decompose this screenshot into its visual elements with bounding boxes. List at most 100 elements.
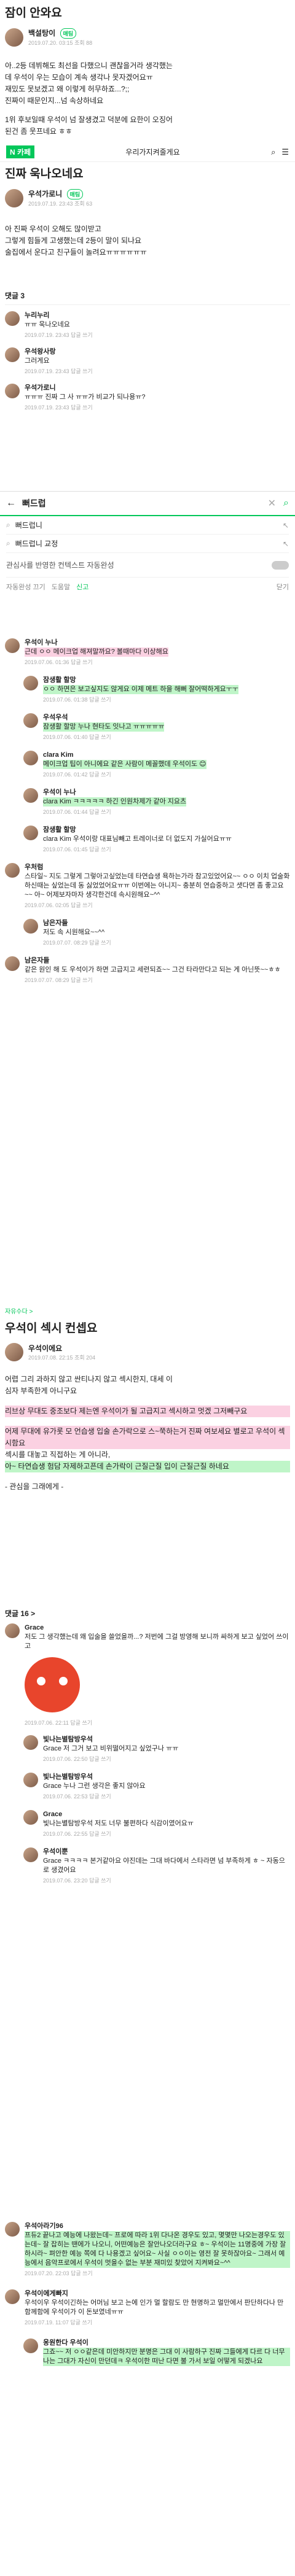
- comment-avatar[interactable]: [23, 826, 38, 840]
- search-icon[interactable]: ⌕: [283, 498, 289, 509]
- comment-author[interactable]: Grace: [43, 1810, 194, 1819]
- comment-meta[interactable]: 2019.07.06. 02:05 답글 쓰기: [25, 901, 290, 910]
- search-icon: ⌕: [6, 520, 10, 529]
- comment-avatar[interactable]: [5, 2222, 20, 2237]
- context-toggle[interactable]: [272, 560, 289, 570]
- comment: 우석아라기96 프듀2 끝나고 예능에 나왔는데~ 프로에 따라 1위 다나온 …: [5, 2222, 290, 2278]
- cafe-name[interactable]: 우리가지켜줄게요: [34, 147, 271, 157]
- comment-meta[interactable]: 2019.07.06. 22:53 답글 쓰기: [43, 1792, 146, 1801]
- comment-author[interactable]: 우석우석: [43, 713, 164, 722]
- arrow-upleft-icon[interactable]: ↖: [283, 540, 289, 548]
- comment-author[interactable]: 잠생활 할망: [43, 676, 238, 685]
- author-avatar[interactable]: [5, 28, 23, 47]
- comment-text: ㅠㅠ 욱나오네요: [25, 321, 70, 329]
- comment-avatar[interactable]: [23, 788, 38, 803]
- comment-meta[interactable]: 2019.07.06. 01:36 답글 쓰기: [25, 658, 168, 667]
- comment-avatar[interactable]: [23, 1735, 38, 1750]
- comment-meta[interactable]: 2019.07.06. 01:40 답글 쓰기: [43, 733, 164, 742]
- comment-author[interactable]: 웅원한다 우석이: [43, 2338, 290, 2348]
- comment: 우처럼 스타일~ 지도 그렇게 그렇아고싶었는데 타연습생 욕하는가라 참고있었…: [5, 863, 290, 910]
- report-link[interactable]: 신고: [76, 582, 88, 592]
- comment-text: 저도 그 생각했는데 왜 입술을 쓸었을까...? 저번에 그걸 방영해 보니까…: [25, 1633, 289, 1650]
- body-line: 심자 부족한게 아니구요: [5, 1387, 77, 1395]
- comment-avatar[interactable]: [5, 311, 20, 327]
- author-name[interactable]: 백설탕이: [28, 29, 55, 37]
- comment-meta[interactable]: 2019.07.06. 22:11 답글 쓰기: [25, 1719, 290, 1728]
- post-date: 2019.07.19. 23:43: [28, 201, 73, 207]
- comment-meta[interactable]: 2019.07.06. 23:20 답글 쓰기: [43, 1876, 290, 1886]
- comment-text: clara Kim 우석이랑 대표님빼고 트레이너로 더 없도지 가실어요ㅠㅠ: [43, 835, 232, 843]
- cafe-brand[interactable]: N 카페: [6, 145, 35, 158]
- menu-icon[interactable]: ☰: [281, 147, 289, 157]
- comment-avatar[interactable]: [5, 1623, 20, 1638]
- comment-author[interactable]: 잠생활 할망: [43, 826, 232, 835]
- comments-label[interactable]: 댓글 3: [5, 290, 290, 301]
- comment-meta[interactable]: 2019.07.06. 22:55 답글 쓰기: [43, 1830, 194, 1839]
- reply: 빛나는별탐방우석 Grace 저 그거 보고 비위떨어지고 싶었구나 ㅠㅠ 20…: [5, 1735, 290, 1764]
- comment-author[interactable]: 우석가로니: [25, 384, 146, 393]
- post-views: 조회 204: [74, 1355, 96, 1361]
- comment-author[interactable]: 남은자들: [25, 956, 281, 965]
- comment-avatar[interactable]: [23, 1773, 38, 1787]
- comment-meta[interactable]: 2019.07.19. 23:43 답글 쓰기: [25, 403, 146, 412]
- comment-meta[interactable]: 2019.07.19. 11:07 답글 쓰기: [25, 2318, 290, 2327]
- comment-author[interactable]: 남은자들: [43, 919, 111, 928]
- comment-meta[interactable]: 2019.07.07. 08:29 답글 쓰기: [43, 938, 111, 948]
- comment-author[interactable]: 우석이 누나: [43, 788, 186, 797]
- comment-author[interactable]: 우석이뿐: [43, 1847, 290, 1857]
- comment-author[interactable]: Grace: [25, 1623, 290, 1633]
- comment-avatar[interactable]: [5, 956, 20, 971]
- comment-author[interactable]: 우석아라기96: [25, 2222, 290, 2231]
- back-arrow-icon[interactable]: ←: [6, 498, 16, 509]
- comment-author[interactable]: clara Kim: [43, 751, 206, 760]
- comment-avatar[interactable]: [5, 638, 20, 653]
- comment-meta[interactable]: 2019.07.06. 01:38 답글 쓰기: [43, 695, 238, 705]
- post-category[interactable]: 자유수다 >: [5, 1306, 290, 1315]
- comment-text: Grace 누나 그런 생각은 좋지 않아요: [43, 1782, 146, 1790]
- author-avatar[interactable]: [5, 188, 23, 207]
- arrow-upleft-icon[interactable]: ↖: [283, 521, 289, 530]
- close-link[interactable]: 닫기: [277, 582, 289, 592]
- comment-avatar[interactable]: [23, 2338, 38, 2353]
- comment-meta[interactable]: 2019.07.06. 01:44 답글 쓰기: [43, 808, 186, 817]
- comment-avatar[interactable]: [5, 384, 20, 399]
- help-link[interactable]: 도움말: [52, 582, 70, 592]
- autocomplete-off-link[interactable]: 자동완성 끄기: [6, 582, 45, 592]
- comment-meta[interactable]: 2019.07.19. 23:43 답글 쓰기: [25, 367, 93, 376]
- comment-author[interactable]: 빛나는별탐방우석: [43, 1773, 146, 1782]
- comment-meta[interactable]: 2019.07.06. 22:50 답글 쓰기: [43, 1755, 178, 1764]
- comment-avatar[interactable]: [5, 347, 20, 363]
- body-line: 1위 후보일때 우석이 넘 잘생겼고 덕분에 요한이 오징어: [5, 115, 173, 125]
- comment-meta[interactable]: 2019.07.20. 22:03 답글 쓰기: [25, 2269, 290, 2278]
- comment-avatar[interactable]: [5, 2289, 20, 2304]
- comment-author[interactable]: 누리누리: [25, 311, 93, 320]
- comment-avatar[interactable]: [5, 863, 20, 878]
- comment-author[interactable]: 우처럼: [25, 863, 290, 872]
- suggestion-item[interactable]: ⌕ 뻐드럽니 ↖: [6, 516, 289, 535]
- author-name[interactable]: 우석이에요: [28, 1343, 95, 1353]
- comment-author[interactable]: 우석왕사랑: [25, 347, 93, 357]
- reply: 우석우석 잠생활 할망 누나 현타도 잇나고 ㅠㅠㅠㅠㅠ 2019.07.06.…: [5, 713, 290, 742]
- search-icon[interactable]: ⌕: [271, 147, 275, 157]
- comment-avatar[interactable]: [23, 713, 38, 728]
- comment-avatar[interactable]: [23, 676, 38, 690]
- clear-icon[interactable]: ✕: [268, 497, 276, 509]
- comments-label[interactable]: 댓글 16 >: [5, 1608, 290, 1619]
- author-avatar[interactable]: [5, 1343, 23, 1361]
- comment-avatar[interactable]: [23, 751, 38, 765]
- author-name[interactable]: 우석가로니: [28, 190, 62, 198]
- comment-author[interactable]: 우석이 누나: [25, 638, 168, 648]
- search-query[interactable]: 뻐드럽: [22, 497, 268, 509]
- comment-avatar[interactable]: [23, 1847, 38, 1862]
- comment-meta[interactable]: 2019.07.06. 01:42 답글 쓰기: [43, 770, 206, 779]
- comment-avatar[interactable]: [23, 919, 38, 934]
- comment-author[interactable]: 빛나는별탐방우석: [43, 1735, 178, 1744]
- body-line: 아 진짜 우석이 오해도 많이받고: [5, 225, 101, 234]
- comment: 우석가로니 ㅠㅠㅠ 진짜 그 사 ㅠㅠ가 비교가 되나용ㅠ? 2019.07.1…: [5, 384, 290, 412]
- comment-avatar[interactable]: [23, 1810, 38, 1825]
- comment-author[interactable]: 우석이에게빠지: [25, 2289, 290, 2299]
- comment-meta[interactable]: 2019.07.07. 08:29 답글 쓰기: [25, 976, 281, 985]
- suggestion-item[interactable]: ⌕ 뻐드럽니 교정 ↖: [6, 535, 289, 553]
- comment-meta[interactable]: 2019.07.19. 23:43 답글 쓰기: [25, 331, 93, 340]
- comment-meta[interactable]: 2019.07.06. 01:45 답글 쓰기: [43, 845, 232, 854]
